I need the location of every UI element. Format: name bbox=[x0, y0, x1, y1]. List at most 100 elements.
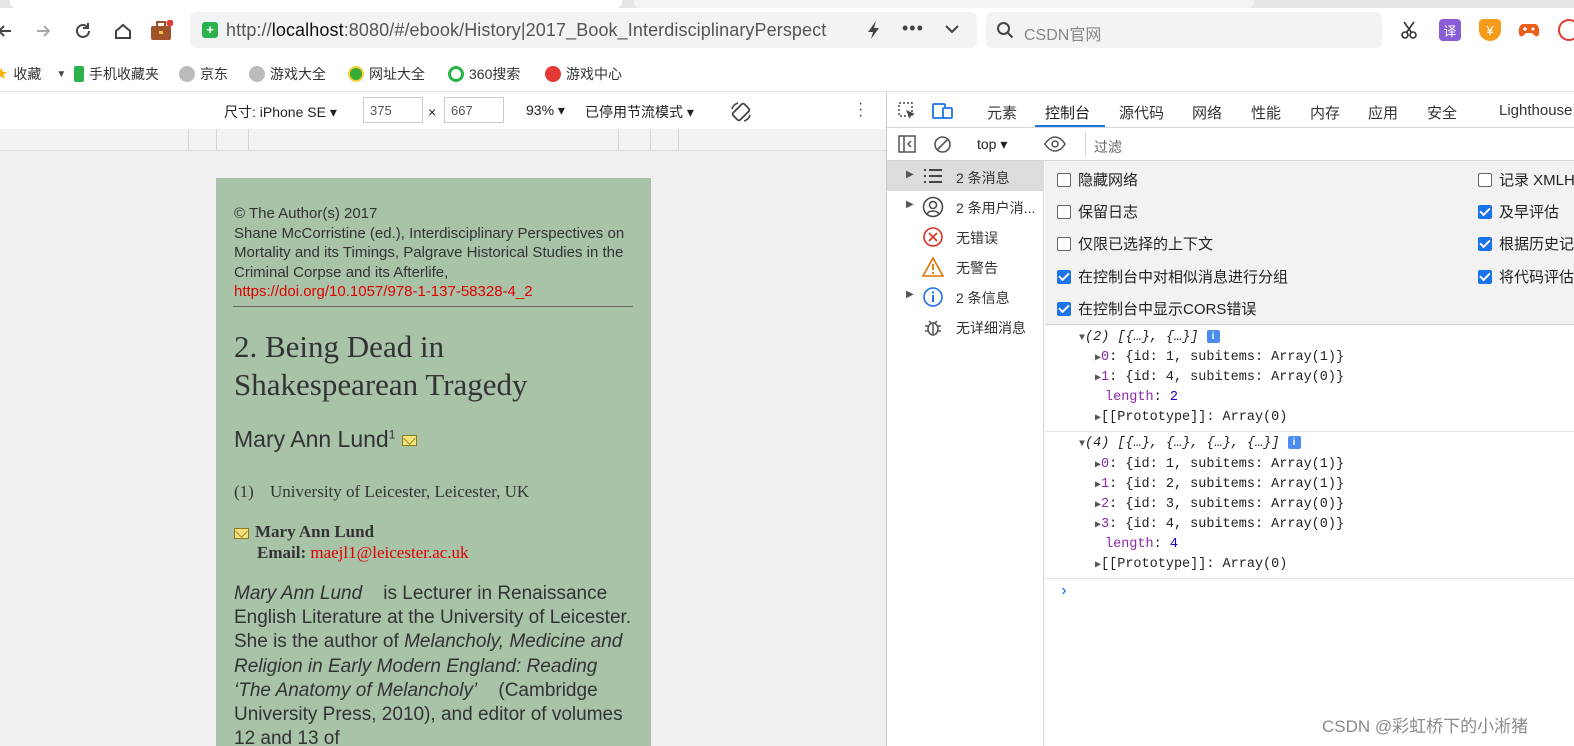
log-entry-header[interactable]: ▼(2) [{…}, {…}] i bbox=[1079, 330, 1220, 345]
array-item[interactable]: ▶2: {id: 3, subitems: Array(0)} bbox=[1095, 497, 1344, 512]
setting-preserve-log[interactable]: 保留日志 bbox=[1057, 201, 1138, 222]
tab-application[interactable]: 应用 bbox=[1368, 102, 1398, 123]
bookmark-360search[interactable]: 360搜索 bbox=[448, 64, 520, 84]
throttle-select[interactable]: 已停用节流模式 ▾ bbox=[585, 102, 694, 122]
briefcase-icon[interactable] bbox=[148, 18, 174, 44]
more-icon[interactable]: ••• bbox=[902, 18, 924, 39]
tab-lighthouse[interactable]: Lighthouse bbox=[1499, 102, 1572, 119]
tab-sources[interactable]: 源代码 bbox=[1119, 102, 1164, 123]
bookmark-jd[interactable]: 京东 bbox=[179, 64, 228, 84]
setting-eager-eval[interactable]: 及早评估 bbox=[1478, 201, 1559, 222]
ebook-page[interactable]: © The Author(s) 2017 Shane McCorristine … bbox=[216, 178, 651, 746]
sidebar-item-messages[interactable]: ▶ 2 条消息 bbox=[887, 161, 1044, 191]
tab-inactive[interactable] bbox=[634, 0, 1254, 8]
sidebar-item-errors[interactable]: 无错误 bbox=[887, 221, 1044, 251]
bookmark-game-center[interactable]: 游戏中心 bbox=[545, 64, 622, 84]
array-item[interactable]: ▶0: {id: 1, subitems: Array(1)} bbox=[1095, 457, 1344, 472]
setting-log-xhr[interactable]: 记录 XMLH bbox=[1478, 169, 1574, 190]
gamepad-icon[interactable] bbox=[1518, 19, 1540, 41]
sidebar-toggle-icon[interactable] bbox=[898, 135, 916, 156]
bolt-icon[interactable] bbox=[866, 20, 882, 43]
bookmark-games[interactable]: 游戏大全 bbox=[249, 64, 326, 84]
console-prompt[interactable]: › bbox=[1059, 582, 1069, 600]
search-bar[interactable]: CSDN官网 bbox=[986, 12, 1382, 48]
checkbox[interactable] bbox=[1057, 172, 1071, 187]
checkbox[interactable] bbox=[1057, 204, 1071, 219]
expand-arrow-icon[interactable]: ▶ bbox=[906, 169, 914, 180]
filter-input[interactable]: 过滤 bbox=[1085, 132, 1574, 158]
checkbox-checked[interactable] bbox=[1478, 236, 1492, 251]
red-extension-icon[interactable] bbox=[1558, 19, 1574, 41]
checkbox-checked[interactable] bbox=[1478, 204, 1492, 219]
author-name: Mary Ann Lund1 bbox=[234, 426, 417, 453]
bookmark-hao[interactable]: 网址大全 bbox=[348, 64, 425, 84]
checkbox[interactable] bbox=[1057, 236, 1071, 251]
device-height-input[interactable] bbox=[444, 97, 504, 123]
clear-console-icon[interactable] bbox=[933, 135, 952, 157]
device-toggle-icon[interactable] bbox=[932, 101, 954, 124]
zoom-select[interactable]: 93% ▾ bbox=[526, 102, 565, 119]
tab-elements[interactable]: 元素 bbox=[987, 102, 1017, 123]
error-icon bbox=[922, 226, 944, 247]
setting-autocomplete-history[interactable]: 根据历史记 bbox=[1478, 233, 1574, 254]
console-settings: 隐藏网络 保留日志 仅限已选择的上下文 在控制台中对相似消息进行分组 在控制台中… bbox=[1045, 161, 1574, 325]
device-width-input[interactable] bbox=[363, 97, 423, 123]
email-link[interactable]: maejl1@leicester.ac.uk bbox=[310, 543, 468, 562]
sidebar-item-warnings[interactable]: 无警告 bbox=[887, 251, 1044, 281]
sidebar-item-user-messages[interactable]: ▶ 2 条用户消... bbox=[887, 191, 1044, 221]
translate-icon[interactable]: 译 bbox=[1439, 19, 1461, 41]
tab-console[interactable]: 控制台 bbox=[1045, 102, 1090, 123]
setting-hide-network[interactable]: 隐藏网络 bbox=[1057, 169, 1138, 190]
info-badge-icon[interactable]: i bbox=[1206, 330, 1220, 343]
checkbox[interactable] bbox=[1478, 172, 1492, 187]
tab-active[interactable] bbox=[10, 0, 622, 8]
checkbox-checked[interactable] bbox=[1057, 269, 1071, 284]
navigation-bar: + http://localhost:8080/#/ebook/History|… bbox=[0, 8, 1574, 54]
expand-arrow-icon[interactable]: ▶ bbox=[906, 289, 914, 300]
info-badge-icon[interactable]: i bbox=[1287, 436, 1301, 449]
context-select[interactable]: top ▾ bbox=[977, 136, 1007, 153]
setting-treat-code-eval[interactable]: 将代码评估 bbox=[1478, 266, 1574, 287]
kebab-menu-icon[interactable]: · · · bbox=[858, 96, 863, 124]
chevron-down-icon[interactable] bbox=[944, 22, 960, 39]
expand-arrow-icon[interactable]: ▶ bbox=[906, 199, 914, 210]
checkbox-checked[interactable] bbox=[1057, 301, 1071, 316]
sidebar-item-info[interactable]: ▶ 2 条信息 bbox=[887, 281, 1044, 311]
eye-icon[interactable] bbox=[1044, 136, 1066, 155]
tab-memory[interactable]: 内存 bbox=[1310, 102, 1340, 123]
array-item[interactable]: ▶3: {id: 4, subitems: Array(0)} bbox=[1095, 517, 1344, 532]
forward-icon[interactable] bbox=[30, 18, 56, 44]
caret-down-icon[interactable]: ▼ bbox=[56, 69, 66, 80]
home-icon[interactable] bbox=[110, 18, 136, 44]
sidebar-item-verbose[interactable]: 无详细消息 bbox=[887, 311, 1044, 341]
tab-network[interactable]: 网络 bbox=[1192, 102, 1222, 123]
address-bar[interactable]: + http://localhost:8080/#/ebook/History|… bbox=[190, 12, 977, 48]
tab-performance[interactable]: 性能 bbox=[1251, 102, 1281, 123]
affiliation: (1) University of Leicester, Leicester, U… bbox=[234, 482, 530, 501]
envelope-icon[interactable] bbox=[401, 435, 417, 447]
tab-security[interactable]: 安全 bbox=[1427, 102, 1457, 123]
array-item[interactable]: ▶1: {id: 4, subitems: Array(0)} bbox=[1095, 370, 1344, 385]
array-item[interactable]: ▶0: {id: 1, subitems: Array(1)} bbox=[1095, 350, 1344, 365]
device-select[interactable]: 尺寸: iPhone SE ▾ bbox=[224, 102, 337, 122]
url-text[interactable]: http://localhost:8080/#/ebook/History|20… bbox=[226, 20, 856, 41]
360-icon bbox=[448, 66, 464, 82]
setting-selected-context[interactable]: 仅限已选择的上下文 bbox=[1057, 233, 1213, 254]
bookmark-mobile[interactable]: 手机收藏夹 bbox=[74, 64, 159, 84]
media-query-ruler[interactable] bbox=[0, 129, 886, 151]
array-prototype[interactable]: ▶[[Prototype]]: Array(0) bbox=[1095, 410, 1287, 425]
back-icon[interactable] bbox=[0, 18, 18, 44]
array-prototype[interactable]: ▶[[Prototype]]: Array(0) bbox=[1095, 557, 1287, 572]
rotate-icon[interactable] bbox=[729, 100, 753, 127]
shield-icon[interactable]: ¥ bbox=[1479, 19, 1501, 41]
bookmark-favorites[interactable]: ★ 收藏 ▼ bbox=[0, 64, 66, 84]
inspect-element-icon[interactable] bbox=[897, 101, 917, 124]
reload-icon[interactable] bbox=[70, 18, 96, 44]
doi-link[interactable]: https://doi.org/10.1057/978-1-137-58328-… bbox=[234, 282, 639, 302]
scissors-icon[interactable] bbox=[1398, 19, 1420, 41]
array-item[interactable]: ▶1: {id: 2, subitems: Array(1)} bbox=[1095, 477, 1344, 492]
setting-group-similar[interactable]: 在控制台中对相似消息进行分组 bbox=[1057, 266, 1288, 287]
checkbox-checked[interactable] bbox=[1478, 269, 1492, 284]
log-entry-header[interactable]: ▼(4) [{…}, {…}, {…}, {…}] i bbox=[1079, 436, 1301, 451]
setting-show-cors[interactable]: 在控制台中显示CORS错误 bbox=[1057, 298, 1256, 319]
